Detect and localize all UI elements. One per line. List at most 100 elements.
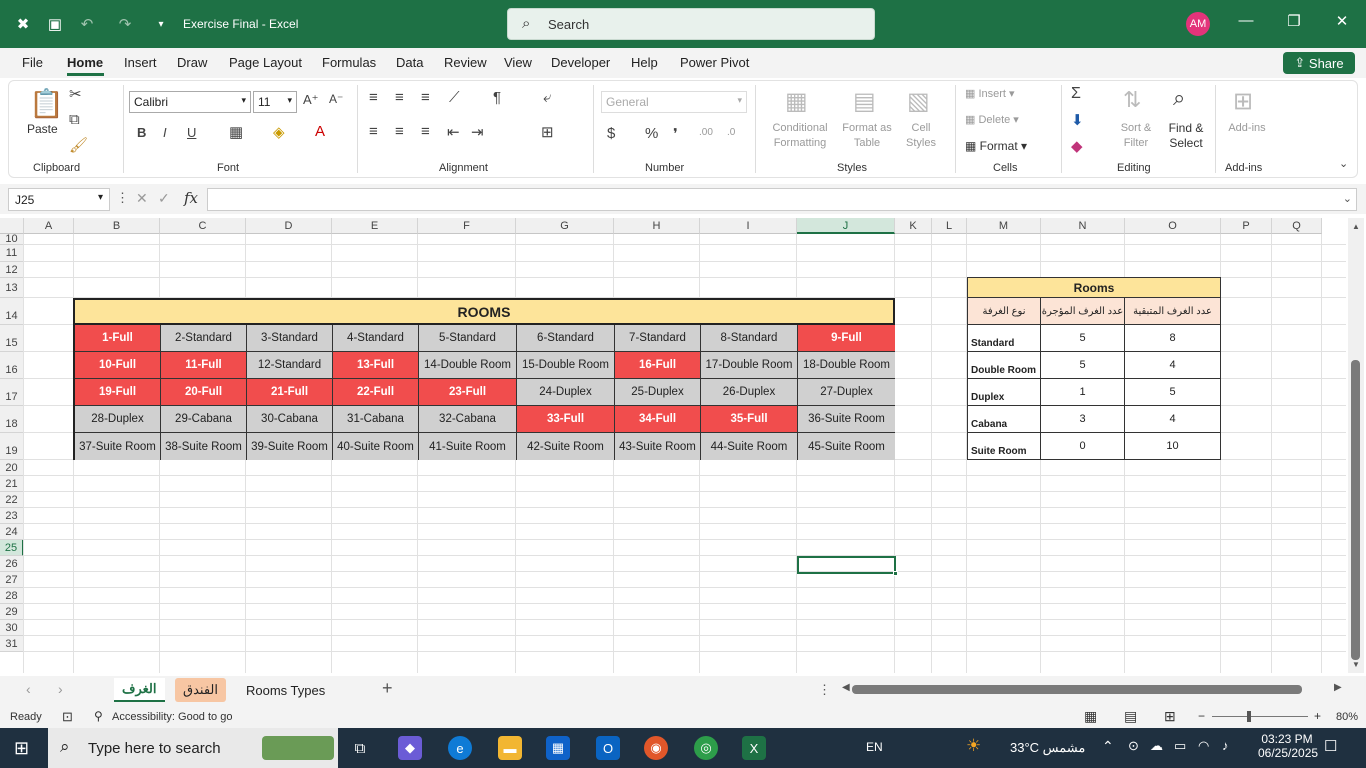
text-direction-icon[interactable]: ¶: [493, 89, 501, 106]
number-format-select[interactable]: General ▾: [601, 91, 747, 113]
align-middle-icon[interactable]: ≡: [395, 89, 404, 106]
page-layout-view-icon[interactable]: ▤: [1124, 708, 1137, 725]
autosum-icon[interactable]: Σ: [1071, 85, 1081, 103]
language-indicator[interactable]: EN: [866, 740, 883, 754]
sheet-tab-hotel[interactable]: الفندق: [175, 678, 226, 702]
store-icon[interactable]: ▦: [546, 736, 570, 760]
orientation-icon[interactable]: ⟋: [449, 89, 460, 106]
row-header[interactable]: 17: [0, 379, 24, 406]
insert-function-icon[interactable]: fx: [184, 189, 198, 207]
column-header[interactable]: P: [1221, 218, 1272, 234]
prev-sheet-icon[interactable]: ‹: [26, 681, 31, 697]
minimize-icon[interactable]: —: [1234, 12, 1258, 29]
tab-view[interactable]: View: [504, 55, 532, 70]
format-as-table-button[interactable]: Format as Table: [837, 121, 897, 151]
clear-icon[interactable]: ◆: [1071, 137, 1083, 155]
row-header[interactable]: 13: [0, 278, 24, 298]
page-break-view-icon[interactable]: ⊞: [1164, 708, 1176, 725]
fill-color-icon[interactable]: ◈: [273, 123, 285, 141]
currency-icon[interactable]: $: [607, 125, 615, 142]
accessibility-icon[interactable]: ⚲: [94, 709, 103, 723]
restore-icon[interactable]: ❐: [1282, 12, 1306, 30]
windows-start-icon[interactable]: ⊞: [14, 738, 29, 759]
row-header[interactable]: 21: [0, 476, 24, 492]
macro-record-icon[interactable]: ⊡: [62, 709, 73, 725]
zoom-slider-thumb[interactable]: [1247, 711, 1251, 722]
wrap-text-icon[interactable]: ⤶: [543, 89, 551, 106]
chrome-icon[interactable]: ◎: [694, 736, 718, 760]
paste-icon[interactable]: 📋: [29, 87, 64, 120]
tray-app-icon[interactable]: ⊙: [1128, 738, 1139, 754]
clock[interactable]: 03:23 PM 06/25/2025: [1258, 732, 1318, 760]
next-sheet-icon[interactable]: ›: [58, 681, 63, 697]
conditional-formatting-icon[interactable]: ▦: [785, 87, 808, 116]
sheet-tab-rooms[interactable]: الغرف: [114, 678, 165, 702]
scroll-right-icon[interactable]: ▶: [1334, 682, 1342, 693]
worksheet-grid[interactable]: ABCDEFGHIJKLMNOPQ 10 11 12 13 14 15 16 17 18 19 20…: [0, 218, 1346, 673]
row-header[interactable]: 20: [0, 460, 24, 476]
row-header[interactable]: 11: [0, 245, 24, 262]
cell-styles-icon[interactable]: ▧: [907, 87, 930, 116]
delete-cells-button[interactable]: ▦ Delete ▾: [965, 113, 1019, 128]
column-header[interactable]: F: [418, 218, 516, 234]
tab-file[interactable]: File: [22, 55, 43, 70]
row-header[interactable]: 12: [0, 262, 24, 278]
increase-indent-icon[interactable]: ⇥: [471, 123, 484, 141]
column-header[interactable]: O: [1125, 218, 1221, 234]
cut-icon[interactable]: ✂: [69, 85, 82, 103]
copy-icon[interactable]: ⧉: [69, 111, 80, 128]
column-header[interactable]: Q: [1272, 218, 1322, 234]
row-header[interactable]: 27: [0, 572, 24, 588]
share-button[interactable]: ⇪ Share: [1283, 52, 1355, 74]
column-header[interactable]: B: [74, 218, 160, 234]
column-header[interactable]: D: [246, 218, 332, 234]
row-header[interactable]: 29: [0, 604, 24, 620]
column-header[interactable]: N: [1041, 218, 1125, 234]
file-explorer-icon[interactable]: ▬: [498, 736, 522, 760]
row-header[interactable]: 19: [0, 433, 24, 460]
zoom-in-icon[interactable]: +: [1314, 709, 1321, 723]
tab-home[interactable]: Home: [67, 55, 103, 70]
vertical-scrollbar[interactable]: ▲ ▼: [1348, 218, 1364, 673]
column-header[interactable]: E: [332, 218, 418, 234]
increase-font-icon[interactable]: A⁺: [303, 92, 319, 108]
vertical-scroll-thumb[interactable]: [1351, 360, 1360, 660]
format-cells-button[interactable]: ▦ Format ▾: [965, 139, 1027, 154]
zoom-level[interactable]: 80%: [1336, 711, 1358, 723]
decrease-font-icon[interactable]: A⁻: [329, 92, 343, 106]
copilot-icon[interactable]: ◆: [398, 736, 422, 760]
accessibility-status[interactable]: Accessibility: Good to go: [112, 711, 232, 723]
tab-draw[interactable]: Draw: [177, 55, 207, 70]
add-sheet-icon[interactable]: +: [382, 678, 393, 699]
sort-filter-icon[interactable]: ⇅: [1123, 87, 1141, 113]
insert-cells-button[interactable]: ▦ Insert ▾: [965, 87, 1015, 102]
firefox-icon[interactable]: ◉: [644, 736, 668, 760]
scroll-down-icon[interactable]: ▼: [1352, 660, 1360, 669]
borders-icon[interactable]: ▦: [229, 123, 243, 141]
align-right-icon[interactable]: ≡: [421, 123, 430, 140]
paste-button[interactable]: Paste: [27, 122, 58, 137]
cancel-icon[interactable]: ✕: [136, 190, 148, 207]
format-painter-icon[interactable]: 🖌: [69, 136, 88, 154]
avatar[interactable]: AM: [1186, 12, 1210, 36]
row-header[interactable]: 16: [0, 352, 24, 379]
column-header[interactable]: C: [160, 218, 246, 234]
weather-text[interactable]: 33°C مشمس: [1010, 740, 1085, 756]
row-header[interactable]: 26: [0, 556, 24, 572]
italic-icon[interactable]: I: [163, 125, 167, 140]
excel-taskbar-icon[interactable]: X: [742, 736, 766, 760]
row-header[interactable]: 28: [0, 588, 24, 604]
column-header[interactable]: M: [967, 218, 1041, 234]
row-header[interactable]: 14: [0, 298, 24, 325]
align-left-icon[interactable]: ≡: [369, 123, 378, 140]
volume-icon[interactable]: ♪: [1222, 738, 1229, 753]
formula-input[interactable]: ⌄: [207, 188, 1357, 211]
column-header[interactable]: I: [700, 218, 797, 234]
align-center-icon[interactable]: ≡: [395, 123, 404, 140]
tab-options-icon[interactable]: ⋮: [818, 682, 831, 698]
redo-icon[interactable]: ↷: [114, 13, 136, 35]
format-as-table-icon[interactable]: ▤: [853, 87, 876, 116]
add-ins-icon[interactable]: ⊞: [1233, 87, 1253, 116]
row-header[interactable]: 10: [0, 234, 24, 245]
notifications-icon[interactable]: ☐: [1324, 737, 1337, 755]
